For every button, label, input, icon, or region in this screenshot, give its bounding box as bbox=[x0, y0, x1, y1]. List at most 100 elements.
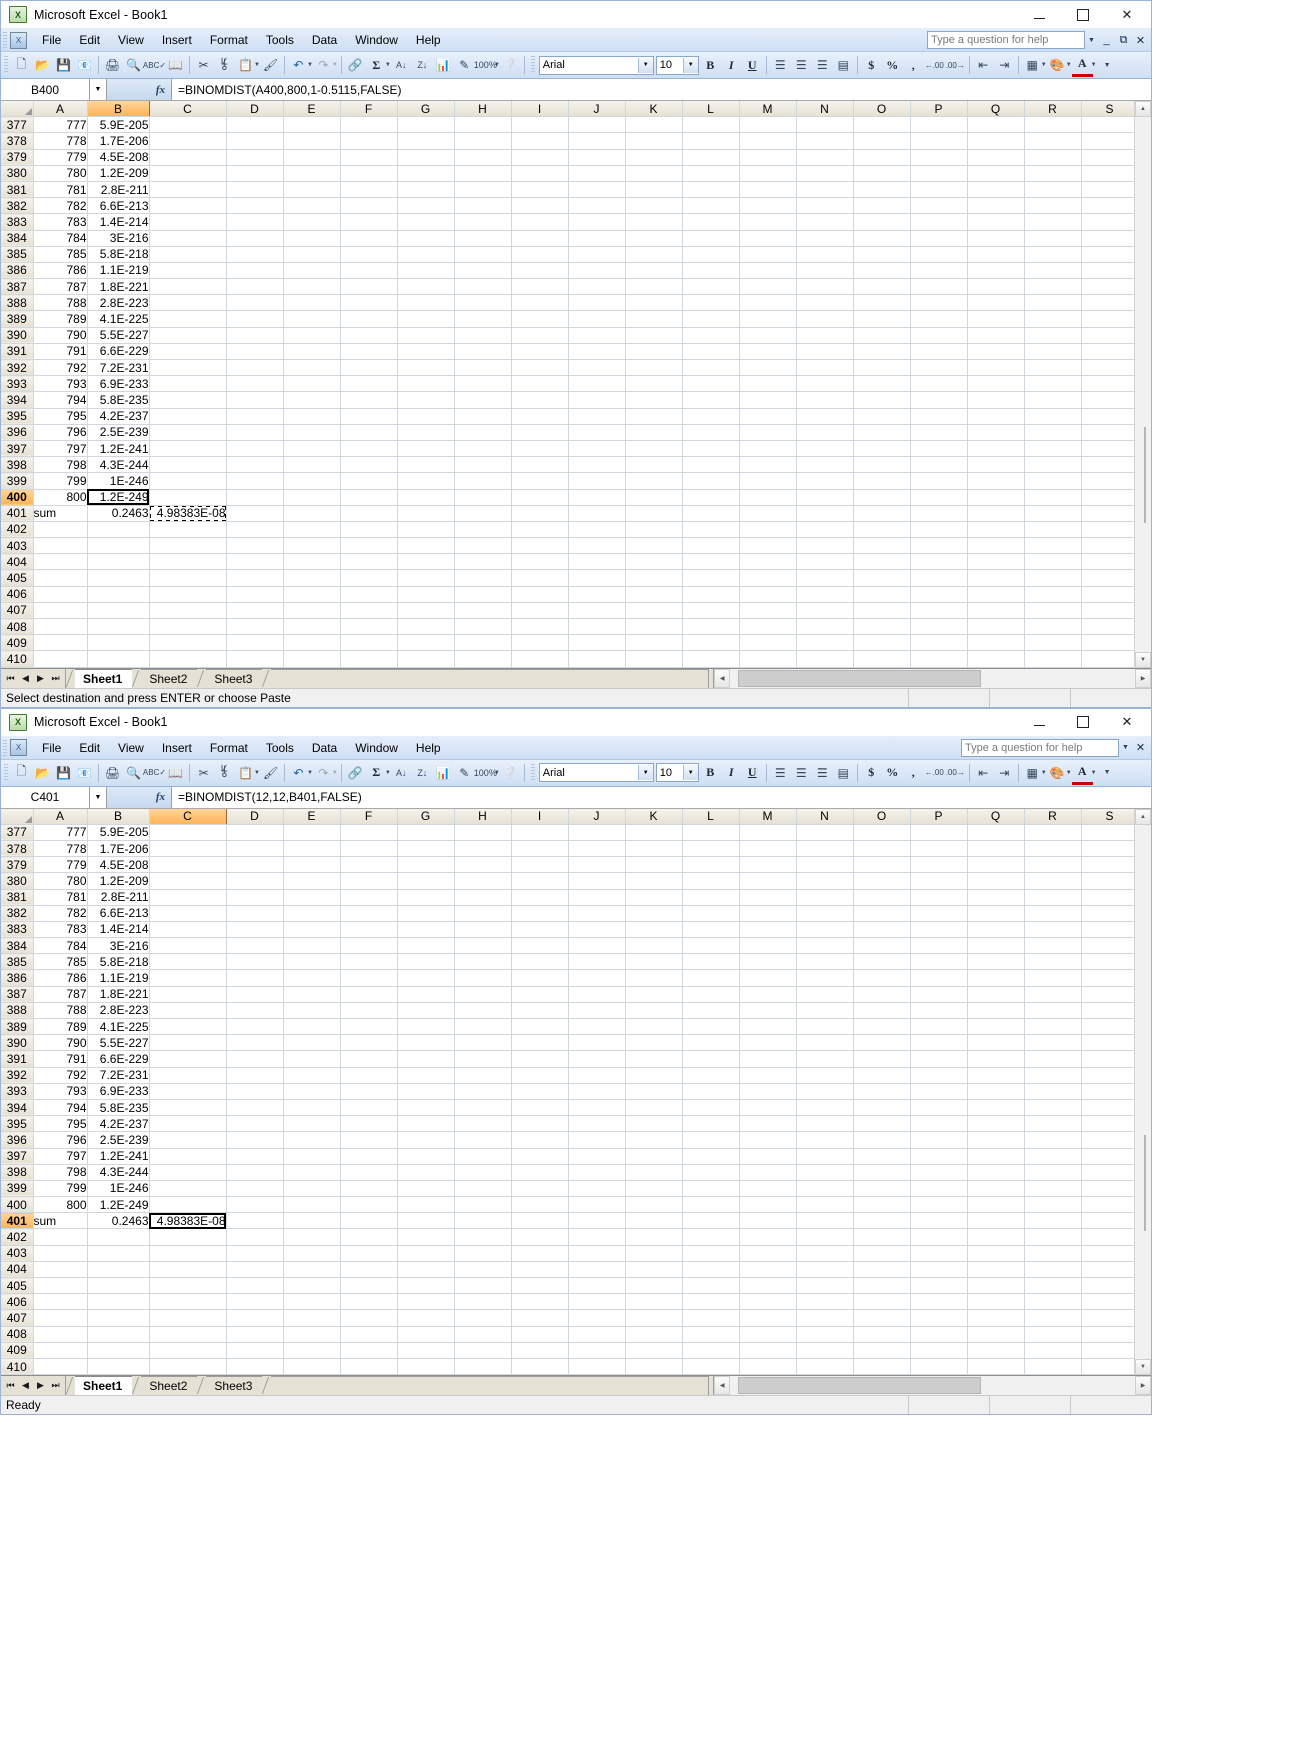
help-icon[interactable]: ❔ bbox=[500, 762, 521, 783]
cell-N382[interactable] bbox=[796, 905, 854, 922]
cell-C400[interactable] bbox=[149, 1196, 227, 1214]
row-header-405[interactable]: 405 bbox=[1, 1277, 34, 1295]
cell-K402[interactable] bbox=[625, 1228, 683, 1246]
row-header-393[interactable]: 393 bbox=[1, 1083, 34, 1100]
cell-E401[interactable] bbox=[283, 505, 341, 522]
cell-B408[interactable] bbox=[87, 618, 150, 636]
cell-K377[interactable] bbox=[625, 116, 683, 134]
cell-I379[interactable] bbox=[511, 149, 569, 166]
cell-I399[interactable] bbox=[511, 472, 569, 490]
hyperlink-icon[interactable]: 🔗 bbox=[345, 762, 366, 783]
cell-M392[interactable] bbox=[739, 1067, 797, 1084]
cell-R377[interactable] bbox=[1024, 116, 1082, 134]
cell-B410[interactable] bbox=[87, 650, 150, 668]
toolbar-overflow-icon[interactable]: ▼ bbox=[1097, 762, 1118, 783]
cell-F380[interactable] bbox=[340, 165, 398, 182]
row-header-386[interactable]: 386 bbox=[1, 969, 34, 987]
cell-F403[interactable] bbox=[340, 1245, 398, 1262]
cell-P402[interactable] bbox=[910, 521, 968, 539]
cell-I398[interactable] bbox=[511, 1164, 569, 1181]
cell-A388[interactable]: 788 bbox=[33, 1002, 88, 1020]
cell-A378[interactable]: 778 bbox=[33, 132, 88, 150]
cell-S398[interactable] bbox=[1081, 1164, 1134, 1181]
cell-F382[interactable] bbox=[340, 197, 398, 215]
cell-E386[interactable] bbox=[283, 969, 341, 987]
sheet-tab-sheet3[interactable]: Sheet3 bbox=[206, 668, 263, 688]
cell-N404[interactable] bbox=[796, 553, 854, 571]
cell-I380[interactable] bbox=[511, 165, 569, 182]
cell-H390[interactable] bbox=[454, 1034, 512, 1052]
cell-L407[interactable] bbox=[682, 602, 740, 620]
vertical-scrollbar[interactable]: ▲ ▼ bbox=[1134, 808, 1151, 1376]
cell-D389[interactable] bbox=[226, 310, 284, 328]
cell-A382[interactable]: 782 bbox=[33, 905, 88, 922]
cell-M399[interactable] bbox=[739, 472, 797, 490]
cell-K383[interactable] bbox=[625, 921, 683, 939]
cell-G406[interactable] bbox=[397, 1293, 455, 1311]
cell-D388[interactable] bbox=[226, 294, 284, 312]
cell-O384[interactable] bbox=[853, 937, 911, 955]
cell-K384[interactable] bbox=[625, 937, 683, 955]
cell-K401[interactable] bbox=[625, 1212, 683, 1230]
row-header-396[interactable]: 396 bbox=[1, 424, 34, 441]
chevron-down-icon[interactable]: ▼ bbox=[682, 57, 698, 73]
cell-J404[interactable] bbox=[568, 1261, 626, 1279]
cell-C386[interactable] bbox=[149, 262, 227, 280]
cell-R396[interactable] bbox=[1024, 1131, 1082, 1149]
cell-H408[interactable] bbox=[454, 1326, 512, 1343]
cell-K405[interactable] bbox=[625, 569, 683, 587]
cell-I384[interactable] bbox=[511, 230, 569, 247]
cell-M398[interactable] bbox=[739, 456, 797, 474]
cell-J380[interactable] bbox=[568, 872, 626, 890]
cell-I406[interactable] bbox=[511, 1293, 569, 1311]
cell-F397[interactable] bbox=[340, 440, 398, 458]
cell-B391[interactable]: 6.6E-229 bbox=[87, 1050, 150, 1068]
cell-P391[interactable] bbox=[910, 343, 968, 361]
cell-I381[interactable] bbox=[511, 889, 569, 906]
cell-H410[interactable] bbox=[454, 1358, 512, 1376]
cell-F387[interactable] bbox=[340, 986, 398, 1003]
cell-P383[interactable] bbox=[910, 921, 968, 939]
cell-Q391[interactable] bbox=[967, 343, 1025, 361]
undo-icon[interactable]: ↶ bbox=[288, 55, 309, 76]
cell-B407[interactable] bbox=[87, 602, 150, 620]
cell-G386[interactable] bbox=[397, 262, 455, 280]
cell-L406[interactable] bbox=[682, 586, 740, 603]
cell-D404[interactable] bbox=[226, 1261, 284, 1279]
cell-J392[interactable] bbox=[568, 1067, 626, 1084]
cell-H395[interactable] bbox=[454, 408, 512, 425]
cell-F383[interactable] bbox=[340, 921, 398, 939]
cell-E405[interactable] bbox=[283, 1277, 341, 1295]
cell-M407[interactable] bbox=[739, 602, 797, 620]
row-header-378[interactable]: 378 bbox=[1, 132, 34, 150]
cell-A403[interactable] bbox=[33, 1245, 88, 1262]
cell-O397[interactable] bbox=[853, 440, 911, 458]
cell-E385[interactable] bbox=[283, 953, 341, 971]
cell-S383[interactable] bbox=[1081, 213, 1134, 231]
cell-I391[interactable] bbox=[511, 1050, 569, 1068]
cell-O387[interactable] bbox=[853, 278, 911, 296]
cell-R386[interactable] bbox=[1024, 262, 1082, 280]
cell-A403[interactable] bbox=[33, 537, 88, 555]
cell-A408[interactable] bbox=[33, 1326, 88, 1343]
decrease-decimal-icon[interactable]: .00→ bbox=[945, 762, 966, 783]
cell-S400[interactable] bbox=[1081, 1196, 1134, 1214]
cell-N379[interactable] bbox=[796, 149, 854, 166]
cell-F398[interactable] bbox=[340, 456, 398, 474]
cell-E403[interactable] bbox=[283, 537, 341, 555]
cell-G377[interactable] bbox=[397, 824, 455, 841]
cell-J379[interactable] bbox=[568, 856, 626, 874]
cell-Q377[interactable] bbox=[967, 116, 1025, 134]
cell-S384[interactable] bbox=[1081, 937, 1134, 955]
cell-N393[interactable] bbox=[796, 375, 854, 393]
paste-icon[interactable]: 📋 bbox=[235, 55, 256, 76]
cell-Q403[interactable] bbox=[967, 1245, 1025, 1262]
cell-H403[interactable] bbox=[454, 537, 512, 555]
cell-B391[interactable]: 6.6E-229 bbox=[87, 343, 150, 361]
name-box-dropdown-icon[interactable]: ▼ bbox=[90, 786, 107, 808]
cell-Q406[interactable] bbox=[967, 586, 1025, 603]
cell-N392[interactable] bbox=[796, 1067, 854, 1084]
cell-S408[interactable] bbox=[1081, 618, 1134, 636]
last-sheet-icon[interactable]: ⏭ bbox=[48, 1380, 63, 1391]
cell-A407[interactable] bbox=[33, 1309, 88, 1327]
